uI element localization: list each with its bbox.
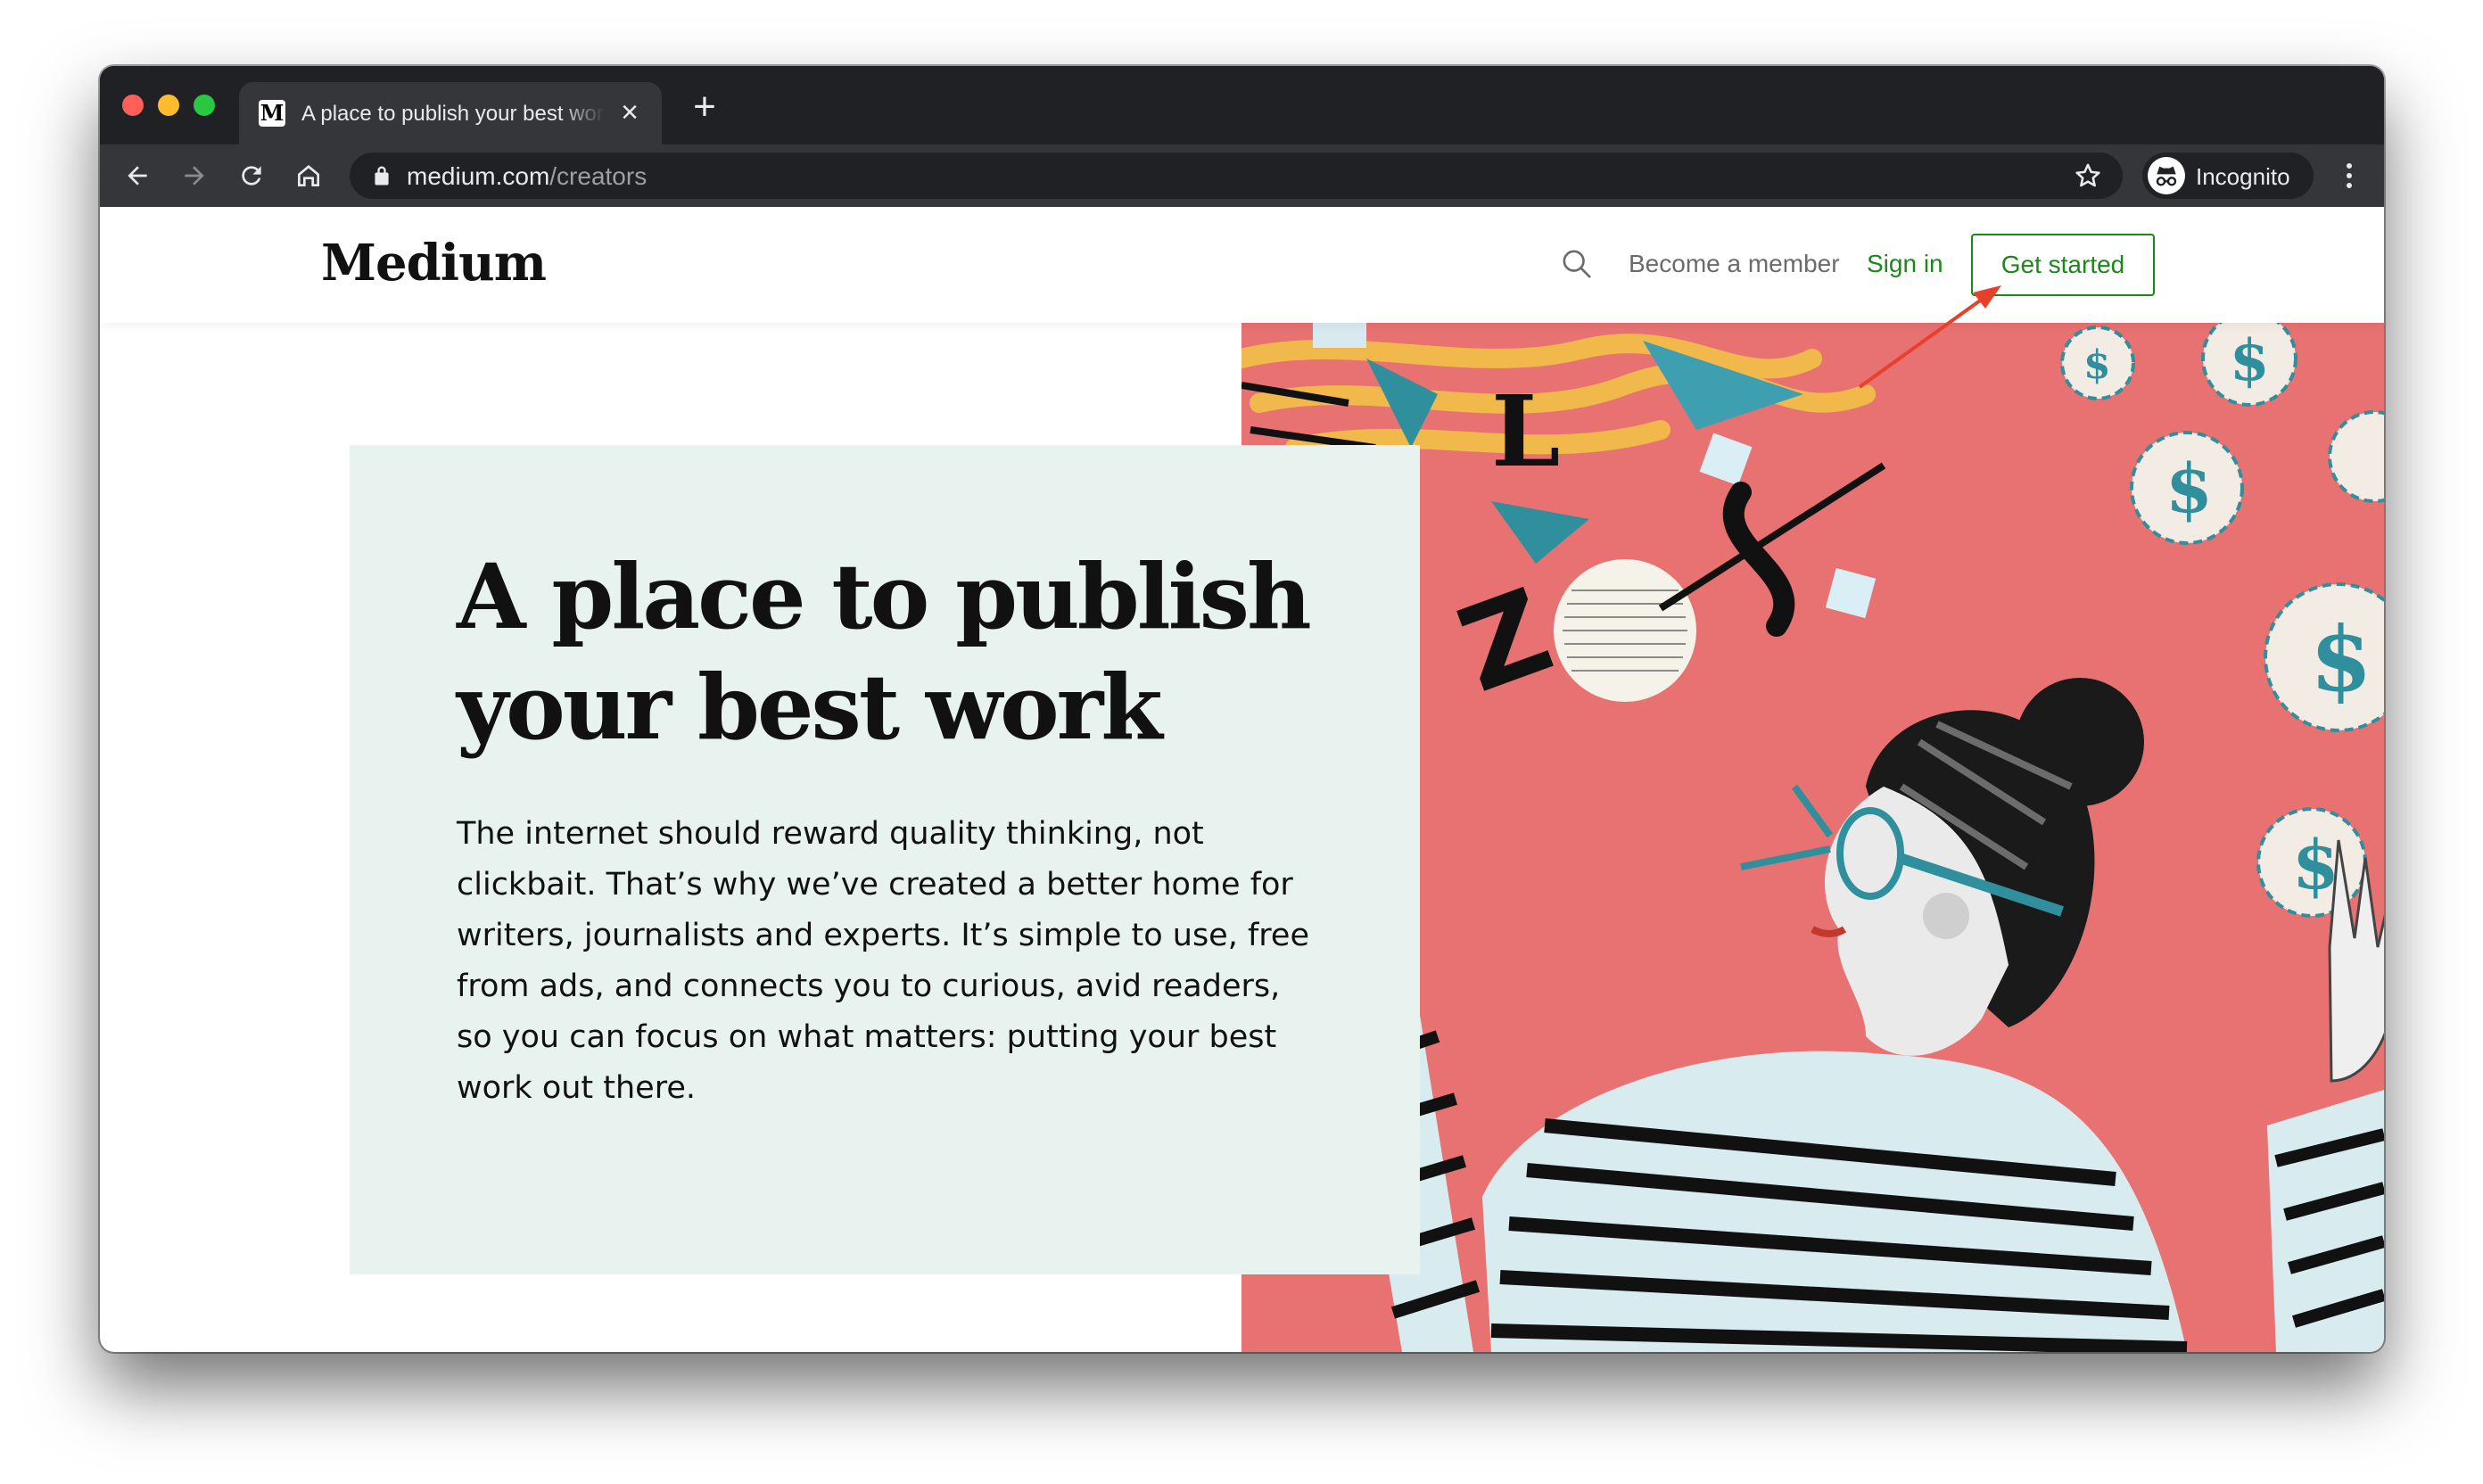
url-host: medium.com (407, 162, 550, 190)
incognito-label: Incognito (2196, 163, 2290, 190)
svg-text:$: $ (2165, 449, 2213, 528)
svg-text:L: L (1491, 374, 1560, 489)
url-text: medium.com/creators (407, 162, 647, 191)
svg-text:$: $ (2083, 342, 2111, 388)
browser-toolbar: medium.com/creators Incognito (100, 144, 2384, 207)
home-icon[interactable] (289, 156, 328, 195)
svg-text:$: $ (2310, 606, 2372, 712)
get-started-button[interactable]: Get started (1971, 234, 2155, 296)
site-header: Medium Become a member Sign in Get start… (100, 207, 2384, 323)
window-close-button[interactable] (122, 95, 144, 116)
browser-tab[interactable]: M A place to publish your best work × (239, 82, 662, 144)
tab-close-icon[interactable]: × (614, 96, 646, 128)
svg-text:$: $ (2230, 327, 2270, 394)
medium-logo[interactable]: Medium (321, 234, 547, 293)
sign-in-link[interactable]: Sign in (1867, 250, 1943, 278)
tab-title: A place to publish your best work (301, 102, 605, 126)
become-member-link[interactable]: Become a member (1629, 250, 1840, 278)
window-minimize-button[interactable] (158, 95, 179, 116)
hero-card: A place to publish your best work The in… (350, 445, 1420, 1274)
forward-arrow-icon[interactable] (175, 156, 214, 195)
browser-menu-kebab-icon[interactable] (2330, 156, 2369, 195)
new-tab-plus-icon[interactable]: + (687, 87, 722, 127)
svg-text:Z: Z (1442, 563, 1568, 719)
lock-icon (375, 166, 389, 186)
medium-favicon-icon: M (259, 100, 285, 127)
hero-description: The internet should reward quality think… (457, 816, 1309, 1106)
window-maximize-button[interactable] (194, 95, 215, 116)
search-icon[interactable] (1559, 246, 1595, 282)
bookmark-star-icon[interactable] (2073, 161, 2103, 191)
tab-strip: M A place to publish your best work × + (100, 66, 2384, 144)
browser-window: M A place to publish your best work × + … (100, 66, 2384, 1352)
hero-headline: A place to publish your best work (457, 544, 1312, 760)
reload-icon[interactable] (232, 156, 271, 195)
back-arrow-icon[interactable] (118, 156, 157, 195)
url-path: /creators (549, 162, 648, 190)
address-bar[interactable]: medium.com/creators (350, 153, 2123, 199)
svg-text:$: $ (2292, 825, 2339, 904)
incognito-icon (2148, 157, 2185, 194)
incognito-profile-button[interactable]: Incognito (2142, 153, 2314, 199)
page-content: Medium Become a member Sign in Get start… (100, 207, 2384, 1352)
